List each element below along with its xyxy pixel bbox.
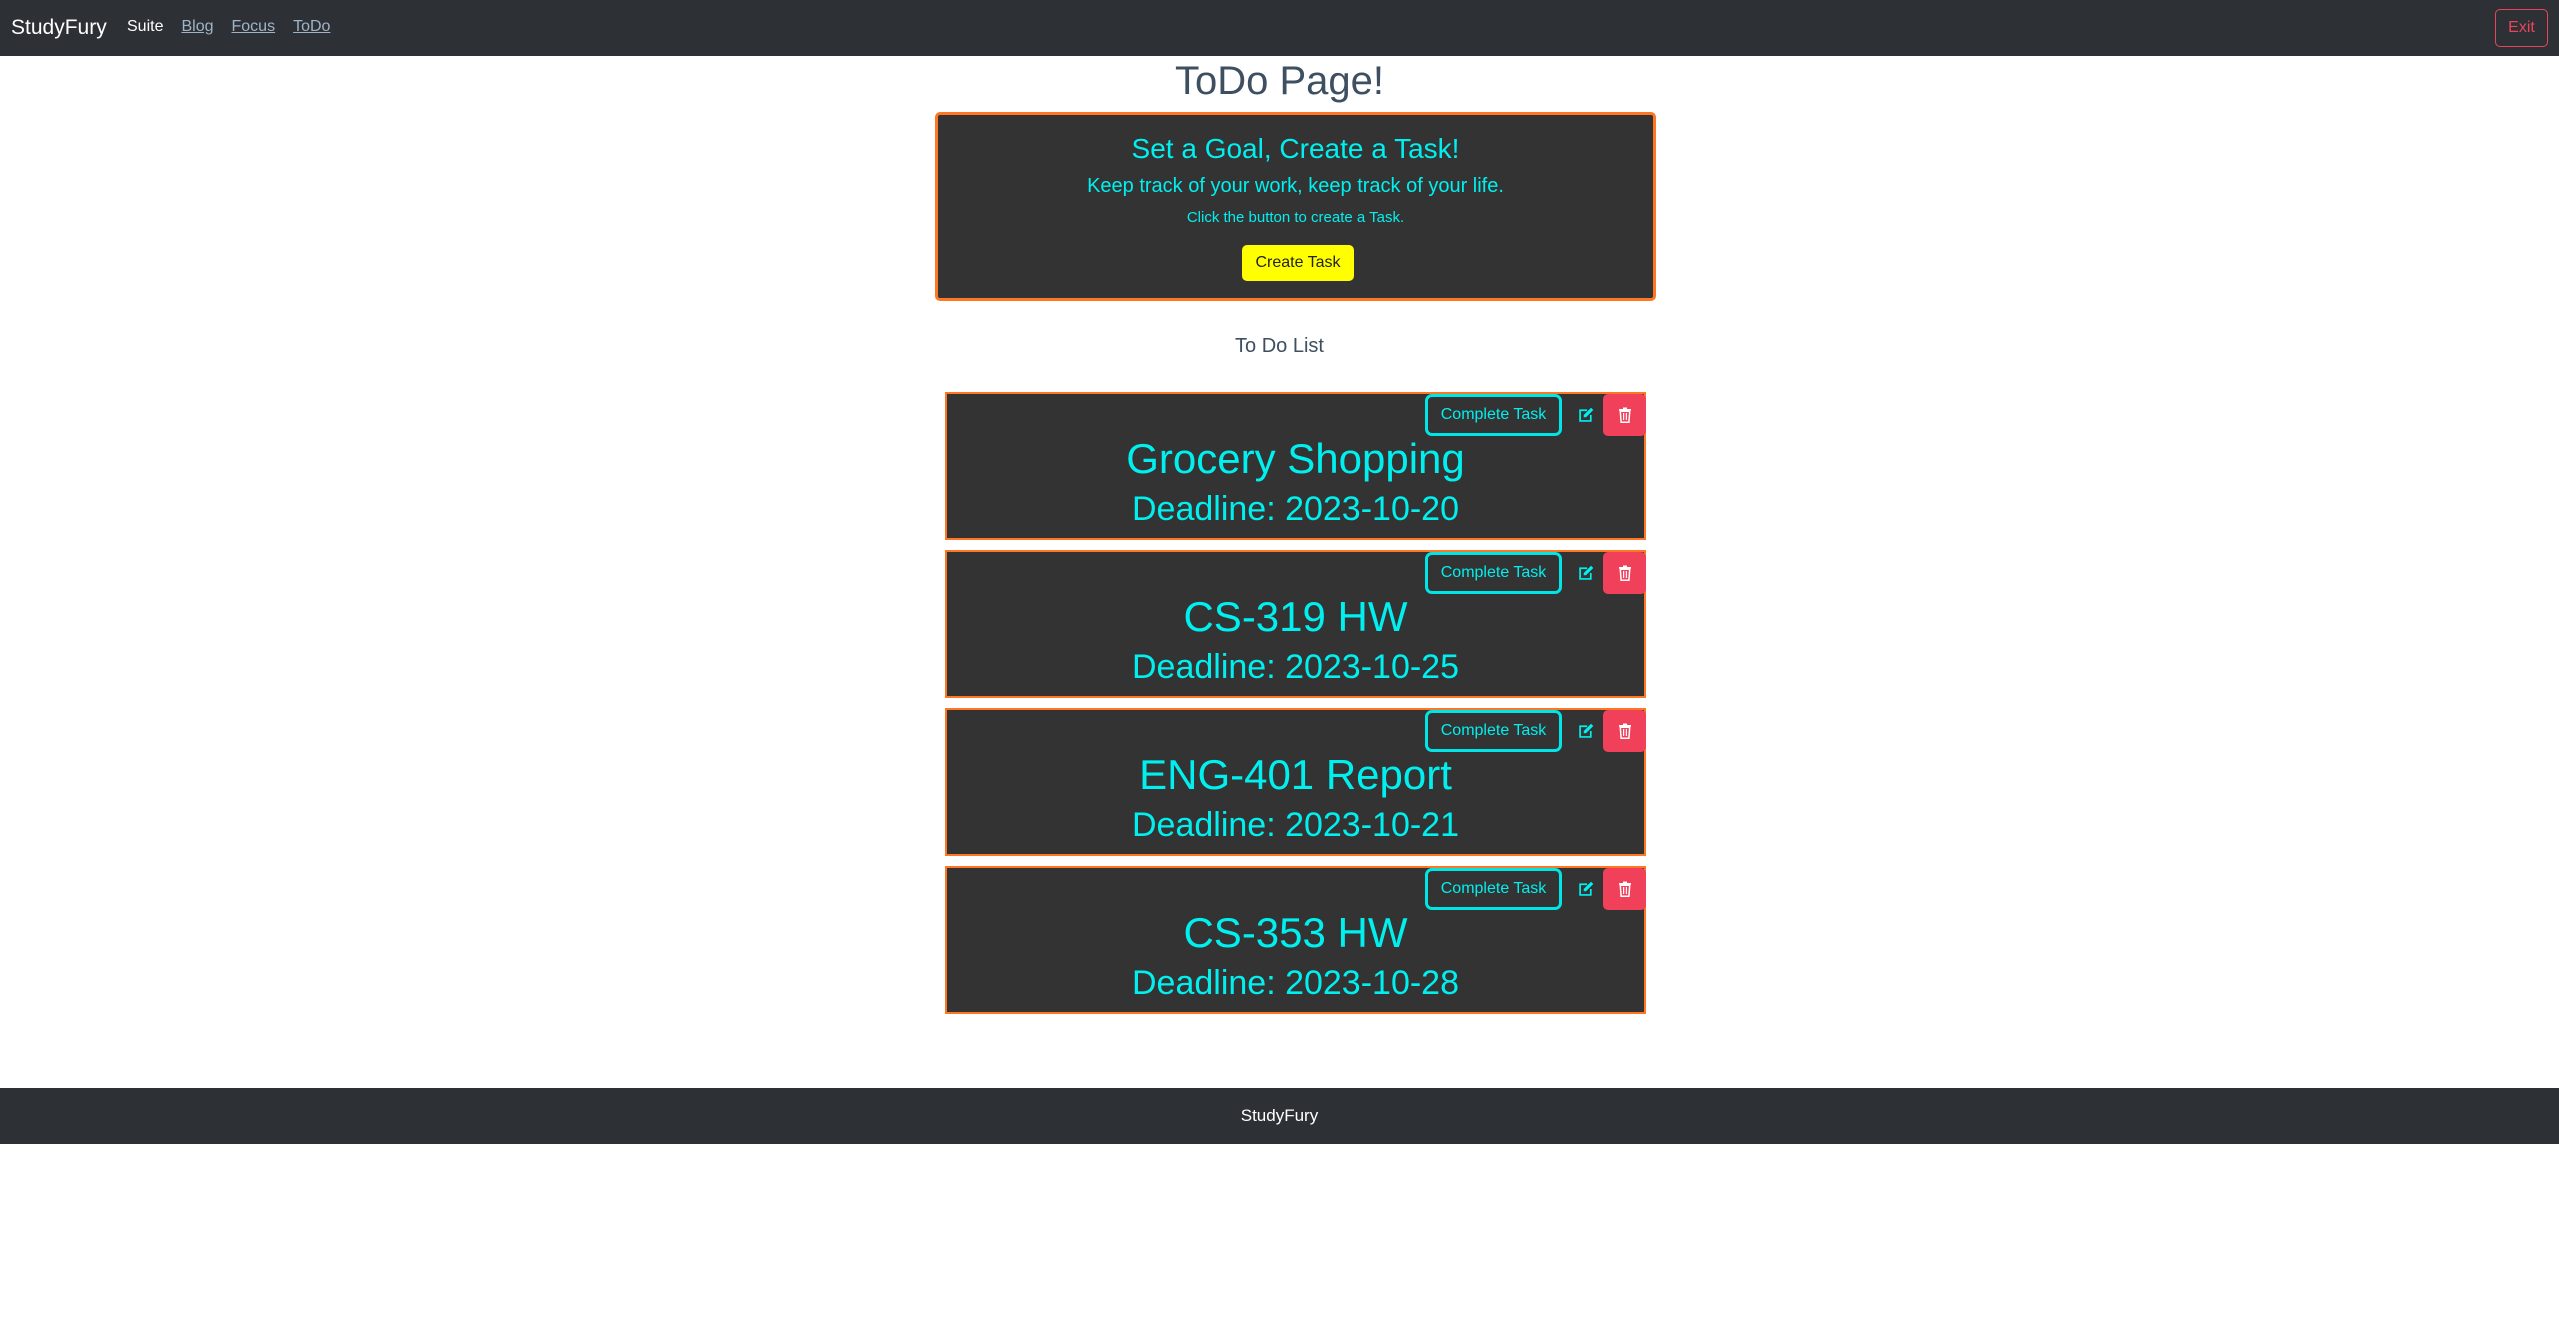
- nav-link-suite[interactable]: Suite: [127, 16, 163, 38]
- nav-link-todo[interactable]: ToDo: [293, 16, 330, 38]
- task-card: Complete Task Grocery Shopping Deadline:…: [945, 392, 1646, 540]
- task-title: CS-353 HW: [1183, 909, 1408, 956]
- hero-title: Set a Goal, Create a Task!: [1131, 133, 1460, 164]
- footer-brand: StudyFury: [1240, 1106, 1319, 1125]
- nav-link-blog[interactable]: Blog: [181, 16, 213, 38]
- task-deadline: Deadline: 2023-10-20: [1131, 490, 1460, 528]
- complete-task-button[interactable]: Complete Task: [1425, 710, 1562, 752]
- edit-icon: [1579, 881, 1594, 896]
- edit-task-button[interactable]: [1567, 552, 1605, 594]
- task-card: Complete Task CS-319 HW Deadline: 2023-1…: [945, 550, 1646, 698]
- trash-icon: [1618, 565, 1631, 581]
- page-title: ToDo Page!: [1174, 59, 1385, 103]
- nav-links: Suite Blog Focus ToDo: [127, 16, 348, 38]
- complete-task-button[interactable]: Complete Task: [1425, 868, 1562, 910]
- edit-icon: [1579, 565, 1594, 580]
- delete-task-button[interactable]: [1603, 552, 1646, 594]
- task-card: Complete Task ENG-401 Report Deadline: 2…: [945, 708, 1646, 856]
- todo-list-header: To Do List: [1235, 335, 1324, 357]
- top-navbar: StudyFury Suite Blog Focus ToDo Exit: [0, 0, 2559, 56]
- task-card: Complete Task CS-353 HW Deadline: 2023-1…: [945, 866, 1646, 1014]
- edit-icon: [1579, 723, 1594, 738]
- edit-task-button[interactable]: [1567, 710, 1605, 752]
- edit-task-button[interactable]: [1567, 868, 1605, 910]
- trash-icon: [1618, 881, 1631, 897]
- footer: StudyFury: [0, 1088, 2559, 1144]
- brand-logo[interactable]: StudyFury: [11, 15, 107, 41]
- nav-link-focus[interactable]: Focus: [232, 16, 276, 38]
- hero-subtitle: Keep track of your work, keep track of y…: [1087, 175, 1504, 197]
- task-title: Grocery Shopping: [1126, 435, 1465, 482]
- edit-icon: [1579, 407, 1594, 422]
- task-deadline: Deadline: 2023-10-21: [1131, 806, 1460, 844]
- task-title: ENG-401 Report: [1139, 751, 1452, 798]
- create-task-button[interactable]: Create Task: [1242, 245, 1354, 281]
- edit-task-button[interactable]: [1567, 394, 1605, 436]
- hero-hint: Click the button to create a Task.: [1186, 209, 1405, 226]
- trash-icon: [1618, 407, 1631, 423]
- complete-task-button[interactable]: Complete Task: [1425, 394, 1562, 436]
- create-task-panel: Set a Goal, Create a Task! Keep track of…: [935, 112, 1656, 301]
- exit-button[interactable]: Exit: [2495, 9, 2548, 47]
- trash-icon: [1618, 723, 1631, 739]
- complete-task-button[interactable]: Complete Task: [1425, 552, 1562, 594]
- delete-task-button[interactable]: [1603, 394, 1646, 436]
- task-deadline: Deadline: 2023-10-28: [1131, 964, 1460, 1002]
- delete-task-button[interactable]: [1603, 710, 1646, 752]
- task-deadline: Deadline: 2023-10-25: [1131, 648, 1460, 686]
- task-title: CS-319 HW: [1183, 593, 1408, 640]
- delete-task-button[interactable]: [1603, 868, 1646, 910]
